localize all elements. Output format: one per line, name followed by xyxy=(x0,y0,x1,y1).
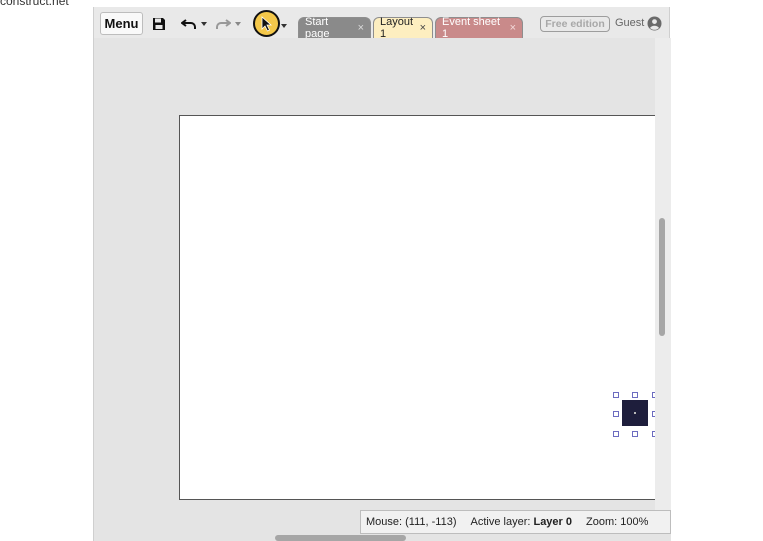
user-icon xyxy=(647,16,662,31)
vertical-scrollbar[interactable] xyxy=(655,38,671,510)
resize-handle-n[interactable] xyxy=(632,392,638,398)
tab-event-sheet-1[interactable]: Event sheet 1 × xyxy=(435,16,523,40)
active-layer-name: Layer 0 xyxy=(533,516,572,528)
resize-handle-s[interactable] xyxy=(632,431,638,437)
tab-label: Start page xyxy=(305,16,330,40)
chevron-down-icon xyxy=(281,24,287,28)
browser-url: construct.net xyxy=(0,0,69,8)
save-icon xyxy=(153,17,165,30)
construct-editor: Menu Start page × Layout 1 × Event sheet… xyxy=(93,7,671,541)
select-tool-button[interactable] xyxy=(253,10,280,37)
zoom-level: Zoom: 100% xyxy=(586,516,649,528)
main-toolbar: Menu Start page × Layout 1 × Event sheet… xyxy=(94,7,669,40)
horizontal-scroll-thumb[interactable] xyxy=(275,535,406,541)
pointer-icon xyxy=(261,15,272,32)
selected-sprite[interactable] xyxy=(613,392,658,437)
tab-label: Layout 1 xyxy=(380,16,414,40)
status-bar: Mouse: (111, -113) Active layer: Layer 0… xyxy=(360,510,671,534)
active-layer: Active layer: Layer 0 xyxy=(470,516,573,528)
horizontal-scrollbar[interactable] xyxy=(94,534,671,541)
layout-view[interactable] xyxy=(94,38,658,541)
redo-icon xyxy=(216,19,231,29)
origin-point xyxy=(634,412,636,414)
select-tool-dropdown[interactable] xyxy=(281,18,287,28)
layout-canvas[interactable] xyxy=(179,115,658,500)
close-icon[interactable]: × xyxy=(358,22,364,34)
resize-handle-sw[interactable] xyxy=(613,431,619,437)
redo-button[interactable] xyxy=(214,14,232,34)
mouse-position: Mouse: (111, -113) xyxy=(366,516,457,528)
menu-button[interactable]: Menu xyxy=(100,12,143,35)
close-icon[interactable]: × xyxy=(510,22,516,34)
resize-handle-w[interactable] xyxy=(613,411,619,417)
save-button[interactable] xyxy=(148,12,170,35)
chevron-down-icon xyxy=(201,22,207,26)
undo-icon xyxy=(181,19,196,29)
user-name[interactable]: Guest xyxy=(615,17,644,29)
tab-start-page[interactable]: Start page × xyxy=(298,16,371,40)
tab-label: Event sheet 1 xyxy=(442,16,501,40)
redo-dropdown[interactable] xyxy=(234,14,242,34)
sprite-object[interactable] xyxy=(622,400,648,426)
tab-bar: Start page × Layout 1 × Event sheet 1 × xyxy=(298,16,523,40)
undo-button[interactable] xyxy=(180,14,198,34)
edition-badge[interactable]: Free edition xyxy=(540,16,610,32)
resize-handle-nw[interactable] xyxy=(613,392,619,398)
tab-layout-1[interactable]: Layout 1 × xyxy=(373,16,433,40)
close-icon[interactable]: × xyxy=(420,22,426,34)
chevron-down-icon xyxy=(235,22,241,26)
undo-dropdown[interactable] xyxy=(200,14,208,34)
vertical-scroll-thumb[interactable] xyxy=(659,218,665,336)
account-button[interactable] xyxy=(647,16,662,31)
